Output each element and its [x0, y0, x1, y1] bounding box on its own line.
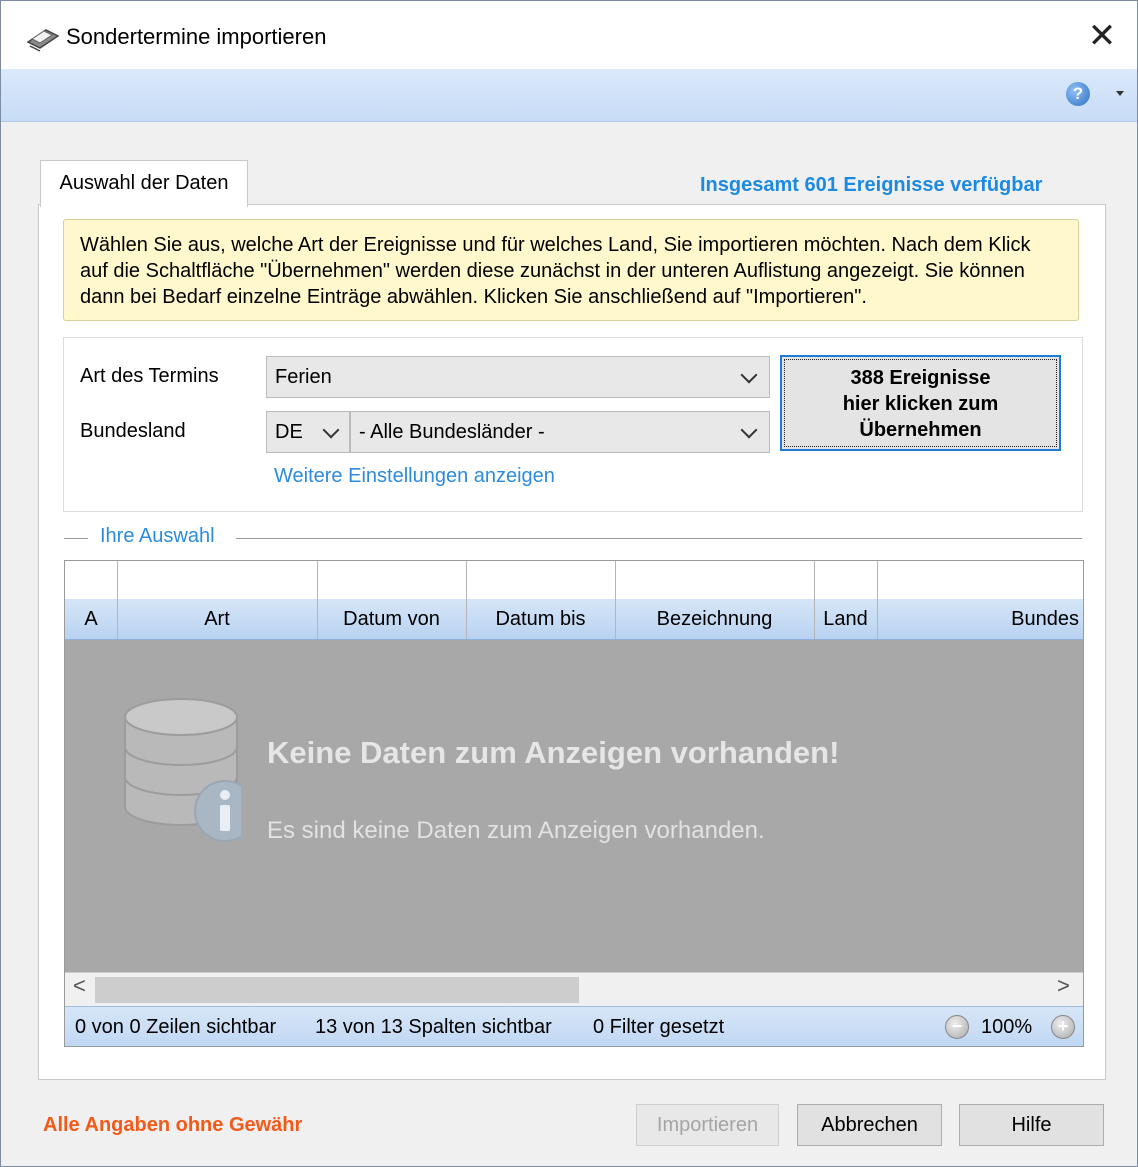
- column-header-a[interactable]: A: [65, 599, 117, 639]
- help-icon[interactable]: ?: [1066, 82, 1090, 106]
- events-grid[interactable]: A Art Datum von Datum bis Bezeichnung La…: [64, 560, 1084, 1047]
- chevron-down-icon: [740, 421, 758, 439]
- rows-visible-status: 0 von 0 Zeilen sichtbar: [75, 1016, 277, 1038]
- import-button[interactable]: Importieren: [636, 1104, 779, 1146]
- ribbon-bar: [1, 69, 1137, 122]
- zoom-in-icon[interactable]: +: [1051, 1015, 1075, 1039]
- cancel-button[interactable]: Abbrechen: [797, 1104, 942, 1146]
- info-box: Wählen Sie aus, welche Art der Ereigniss…: [63, 219, 1079, 321]
- scrollbar-thumb[interactable]: [95, 977, 579, 1003]
- legend-line-left: [64, 538, 88, 539]
- column-header-datum-bis[interactable]: Datum bis: [466, 599, 615, 639]
- chevron-down-icon[interactable]: [1116, 91, 1124, 96]
- scroll-right-arrow[interactable]: >: [1057, 973, 1070, 999]
- column-header-datum-von[interactable]: Datum von: [317, 599, 466, 639]
- disclaimer-text: Alle Angaben ohne Gewähr: [43, 1114, 303, 1136]
- zoom-out-icon[interactable]: −: [945, 1015, 969, 1039]
- window-title: Sondertermine importieren: [66, 24, 327, 49]
- art-select[interactable]: Ferien: [266, 356, 770, 398]
- filters-status: 0 Filter gesetzt: [593, 1016, 725, 1038]
- empty-state-subtitle: Es sind keine Daten zum Anzeigen vorhand…: [267, 817, 765, 844]
- status-bar: 0 von 0 Zeilen sichtbar 13 von 13 Spalte…: [65, 1006, 1083, 1046]
- focus-outline: [784, 359, 1057, 447]
- close-button[interactable]: ✕: [1078, 12, 1126, 60]
- total-events-label: Insgesamt 601 Ereignisse verfügbar: [700, 174, 1043, 196]
- database-info-icon: [124, 698, 241, 842]
- cols-visible-status: 13 von 13 Spalten sichtbar: [315, 1016, 552, 1038]
- tab-auswahl-der-daten[interactable]: Auswahl der Daten: [40, 160, 248, 207]
- country-select-value: DE: [275, 421, 303, 443]
- app-icon: [26, 29, 60, 52]
- state-select-value: - Alle Bundesländer -: [359, 421, 545, 443]
- filter-row[interactable]: [65, 561, 1083, 600]
- country-select[interactable]: DE: [266, 411, 350, 453]
- column-header-bezeichnung[interactable]: Bezeichnung: [615, 599, 814, 639]
- zoom-level: 100%: [981, 1016, 1033, 1038]
- legend-line-right: [236, 538, 1082, 539]
- column-header-land[interactable]: Land: [814, 599, 877, 639]
- column-header-art[interactable]: Art: [117, 599, 317, 639]
- chevron-down-icon: [740, 366, 758, 384]
- column-header-bundesland[interactable]: Bundes: [877, 599, 1079, 639]
- bundesland-label: Bundesland: [80, 420, 186, 442]
- art-label: Art des Termins: [80, 365, 219, 387]
- state-select[interactable]: - Alle Bundesländer -: [350, 411, 770, 453]
- help-button[interactable]: Hilfe: [959, 1104, 1104, 1146]
- more-settings-link[interactable]: Weitere Einstellungen anzeigen: [274, 465, 555, 488]
- selection-legend: Ihre Auswahl: [96, 525, 219, 548]
- chevron-down-icon: [322, 421, 340, 439]
- art-select-value: Ferien: [275, 366, 332, 388]
- apply-button[interactable]: 388 Ereignisse hier klicken zum Übernehm…: [780, 355, 1061, 451]
- scroll-left-arrow[interactable]: <: [73, 973, 86, 999]
- empty-state-title: Keine Daten zum Anzeigen vorhanden!: [267, 735, 840, 770]
